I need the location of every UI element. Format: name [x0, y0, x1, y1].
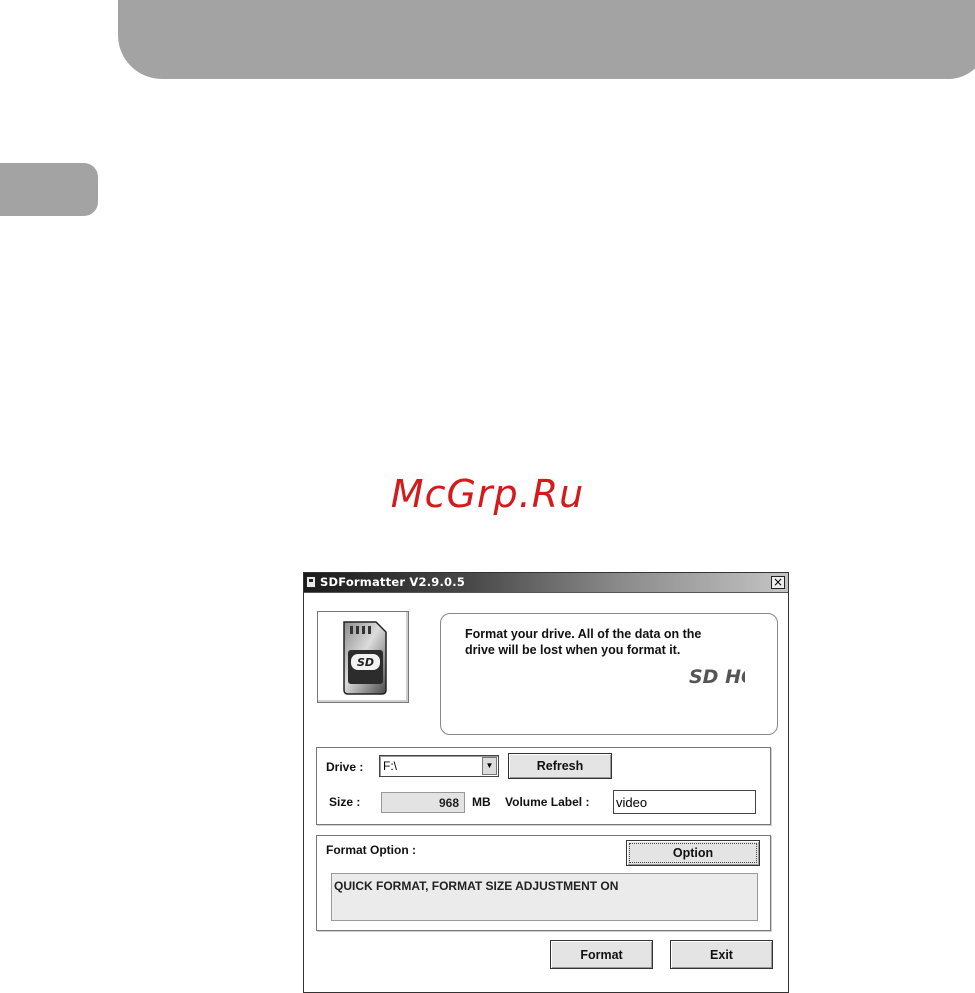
drive-label: Drive :	[326, 760, 364, 774]
sdhc-logo-text: SD HC	[689, 666, 745, 688]
info-panel: Format your drive. All of the data on th…	[440, 613, 778, 735]
volume-label-label: Volume Label :	[505, 795, 590, 809]
card-label-text: SD	[357, 656, 374, 669]
drive-value: F:\	[383, 759, 397, 773]
format-option-label: Format Option :	[326, 843, 416, 857]
sdformatter-window: SDFormatter V2.9.0.5 × SD Format your dr…	[303, 572, 789, 993]
warning-message: Format your drive. All of the data on th…	[465, 627, 702, 657]
size-field: 968	[381, 792, 465, 813]
close-button[interactable]: ×	[771, 576, 785, 589]
app-window-icon[interactable]	[306, 576, 316, 588]
header-band	[118, 0, 975, 79]
format-button[interactable]: Format	[550, 940, 653, 969]
option-button[interactable]: Option	[626, 840, 760, 866]
sdhc-logo: SD HC	[689, 666, 745, 688]
chevron-down-icon[interactable]: ▼	[482, 757, 497, 775]
watermark: McGrp.Ru	[390, 472, 585, 516]
side-tab	[0, 163, 98, 216]
size-unit: MB	[472, 795, 491, 809]
volume-label-input[interactable]	[613, 790, 756, 814]
refresh-button[interactable]: Refresh	[508, 753, 612, 779]
window-title: SDFormatter V2.9.0.5	[320, 575, 466, 589]
size-label: Size :	[329, 795, 361, 809]
exit-button[interactable]: Exit	[670, 940, 773, 969]
drive-select[interactable]: F:\ ▼	[379, 755, 499, 777]
title-bar[interactable]: SDFormatter V2.9.0.5 ×	[304, 573, 788, 593]
sd-card-icon: SD	[343, 621, 387, 695]
card-image-panel: SD	[317, 611, 409, 703]
format-option-display: QUICK FORMAT, FORMAT SIZE ADJUSTMENT ON	[331, 873, 758, 921]
